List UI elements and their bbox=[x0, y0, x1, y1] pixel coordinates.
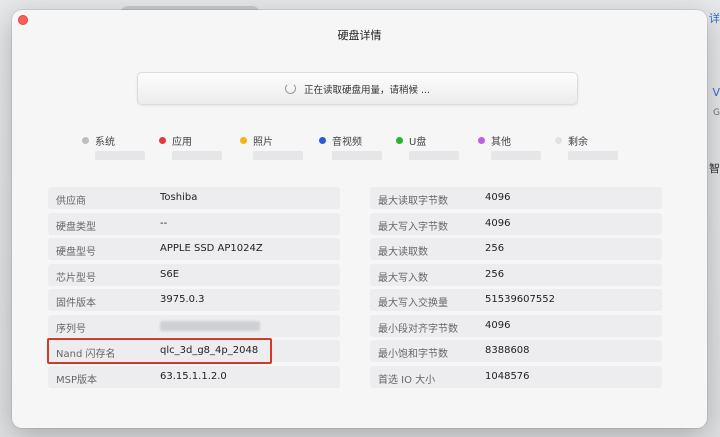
info-row: MSP版本 63.15.1.1.2.0 bbox=[48, 365, 340, 388]
info-key: 最小段对齐字节数 bbox=[378, 323, 458, 335]
loading-spinner-icon bbox=[284, 83, 296, 94]
close-button[interactable] bbox=[18, 15, 28, 25]
legend-label: 应用 bbox=[172, 137, 192, 148]
info-value: 256 bbox=[485, 243, 505, 254]
info-row: 固件版本 3975.0.3 bbox=[48, 289, 340, 311]
legend-label: 音视频 bbox=[332, 137, 362, 148]
legend-dot-icon bbox=[319, 137, 326, 144]
info-key: 首选 IO 大小 bbox=[378, 374, 436, 386]
legend-item: 音视频 bbox=[319, 133, 362, 148]
legend-size-placeholder bbox=[95, 151, 145, 160]
info-key: 硬盘型号 bbox=[56, 247, 96, 258]
info-key: 固件版本 bbox=[56, 298, 96, 309]
info-value: 4096 bbox=[485, 319, 511, 331]
dialog-title: 硬盘详情 bbox=[337, 29, 382, 42]
legend-size-placeholder bbox=[568, 151, 618, 160]
info-row: 供应商 Toshiba bbox=[48, 187, 340, 209]
legend-dot-icon bbox=[82, 137, 89, 144]
info-key: 最大读取字节数 bbox=[378, 196, 448, 207]
info-left-column: 供应商 Toshiba 硬盘类型 -- 硬盘型号 APPLE SSD AP1024Z 芯片型… bbox=[47, 187, 340, 391]
info-value: 4096 bbox=[485, 217, 511, 229]
legend-item: 应用 bbox=[159, 133, 192, 148]
info-key: 最大写入字节数 bbox=[378, 221, 448, 233]
legend-item: 照片 bbox=[240, 133, 273, 148]
legend-item: 系统 bbox=[82, 133, 115, 148]
info-row: 最小段对齐字节数 4096 bbox=[370, 314, 662, 337]
info-row: 硬盘型号 APPLE SSD AP1024Z bbox=[48, 238, 340, 260]
info-key: 芯片型号 bbox=[56, 272, 96, 284]
legend-label: 照片 bbox=[253, 137, 273, 148]
info-row: Nand 闪存名 qlc_3d_g8_4p_2048 bbox=[47, 338, 340, 364]
legend-label: 其他 bbox=[491, 137, 511, 148]
info-row: 芯片型号 S6E bbox=[48, 263, 340, 286]
info-row: 最大写入数 256 bbox=[370, 263, 662, 286]
legend-item: 剩余 bbox=[555, 133, 588, 148]
legend-dot-icon bbox=[555, 137, 562, 144]
legend-label: 系统 bbox=[95, 137, 115, 148]
legend-label: 剩余 bbox=[568, 137, 588, 148]
legend-dot-icon bbox=[240, 137, 247, 144]
disk-details-dialog: 硬盘详情 正在读取硬盘用量，请稍候 ... 系统 应用 照片 音视频 U盘 其他 剩余 供应… bbox=[12, 10, 707, 428]
info-row: 硬盘类型 -- bbox=[48, 212, 340, 235]
legend-size-placeholder bbox=[253, 151, 303, 160]
highlight-annotation-box bbox=[47, 338, 272, 364]
background-edge-text: 智 bbox=[709, 162, 720, 175]
usage-legend: 系统 应用 照片 音视频 U盘 其他 剩余 bbox=[82, 133, 642, 173]
legend-size-placeholder bbox=[491, 151, 541, 160]
info-key: 序列号 bbox=[56, 323, 86, 335]
info-value: -- bbox=[160, 217, 168, 229]
info-value: S6E bbox=[160, 268, 180, 280]
info-row: 最大写入交换量 51539607552 bbox=[370, 289, 662, 311]
legend-dot-icon bbox=[159, 137, 166, 144]
info-value: APPLE SSD AP1024Z bbox=[160, 243, 263, 254]
legend-size-placeholder bbox=[409, 151, 459, 160]
redacted-value bbox=[160, 320, 260, 331]
info-key: 最大写入数 bbox=[378, 272, 428, 284]
legend-dot-icon bbox=[396, 137, 403, 144]
legend-item: U盘 bbox=[396, 133, 426, 148]
info-value: 51539607552 bbox=[485, 294, 555, 305]
info-key: 硬盘类型 bbox=[56, 221, 96, 233]
info-value: 1048576 bbox=[485, 370, 530, 382]
info-row: 最小饱和字节数 8388608 bbox=[370, 340, 662, 362]
background-edge-text: V bbox=[712, 86, 720, 99]
background-edge-text: 详 bbox=[709, 12, 720, 25]
info-value: 3975.0.3 bbox=[160, 294, 205, 305]
legend-item: 其他 bbox=[478, 133, 511, 148]
info-value: 63.15.1.1.2.0 bbox=[160, 370, 227, 382]
info-value: Toshiba bbox=[160, 192, 198, 203]
info-key: 最大读取数 bbox=[378, 247, 428, 258]
info-value: 4096 bbox=[485, 192, 511, 203]
info-row: 序列号 bbox=[48, 314, 340, 337]
info-row: 最大读取字节数 4096 bbox=[370, 187, 662, 209]
info-value: 256 bbox=[485, 268, 505, 280]
legend-label: U盘 bbox=[409, 137, 427, 148]
info-key: 最小饱和字节数 bbox=[378, 349, 448, 360]
info-row: 首选 IO 大小 1048576 bbox=[370, 365, 662, 388]
legend-size-placeholder bbox=[172, 151, 222, 160]
info-key: 最大写入交换量 bbox=[378, 298, 448, 309]
info-row: 最大读取数 256 bbox=[370, 238, 662, 260]
legend-size-placeholder bbox=[332, 151, 382, 160]
info-key: MSP版本 bbox=[56, 374, 98, 386]
progress-text: 正在读取硬盘用量，请稍候 ... bbox=[303, 84, 431, 96]
usage-progress-bar: 正在读取硬盘用量，请稍候 ... bbox=[137, 72, 578, 105]
info-value: 8388608 bbox=[485, 345, 530, 356]
legend-dot-icon bbox=[478, 137, 485, 144]
info-row: 最大写入字节数 4096 bbox=[370, 212, 662, 235]
background-edge-text: G bbox=[713, 108, 720, 118]
info-key: 供应商 bbox=[56, 196, 86, 207]
info-right-column: 最大读取字节数 4096 最大写入字节数 4096 最大读取数 256 最大写入数 256 最大… bbox=[370, 187, 662, 391]
